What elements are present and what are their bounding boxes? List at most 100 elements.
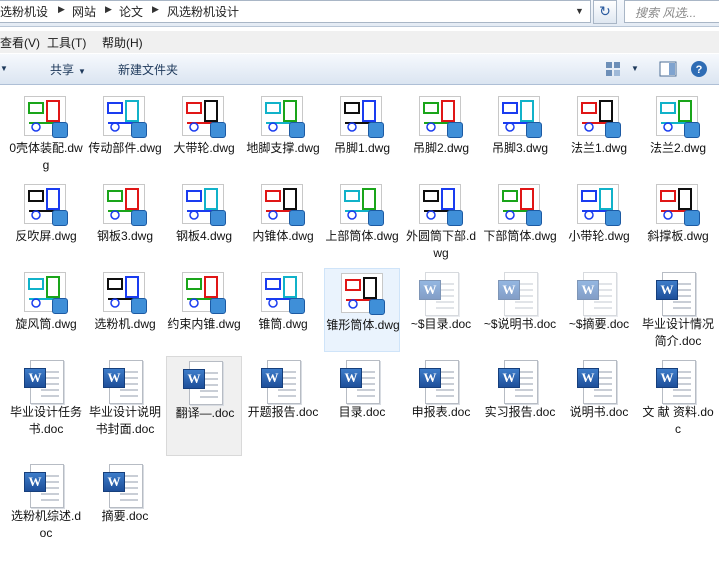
file-item[interactable]: 法兰1.dwg (561, 92, 637, 176)
file-item[interactable]: W ~$摘要.doc (561, 268, 637, 352)
breadcrumb[interactable]: 选粉机设 ▶ 网站 ▶ 论文 ▶ 风选粉机设计 ▼ (0, 0, 591, 23)
dwg-file-icon (261, 184, 305, 228)
dwg-file-icon (577, 96, 621, 140)
file-item[interactable]: W 实习报告.doc (482, 356, 558, 456)
file-item[interactable]: W 申报表.doc (403, 356, 479, 456)
dwg-file-icon (656, 184, 700, 228)
chevron-right-icon[interactable]: ▶ (105, 4, 112, 15)
file-item[interactable]: 斜撑板.dwg (640, 180, 716, 264)
dwg-file-icon (261, 96, 305, 140)
file-item[interactable]: 吊脚3.dwg (482, 92, 558, 176)
autocad-badge-icon (605, 122, 621, 138)
file-name: ~$说明书.doc (483, 317, 557, 331)
breadcrumb-item[interactable]: 选粉机设 (0, 3, 48, 20)
file-name: 目录.doc (338, 405, 386, 419)
file-item[interactable]: W 翻译—.doc (166, 356, 242, 456)
file-item[interactable]: 约束内锥.dwg (166, 268, 242, 352)
menu-help[interactable]: 帮助(H) (102, 34, 143, 51)
file-item[interactable]: 锥形筒体.dwg (324, 268, 400, 352)
autocad-badge-icon (210, 298, 226, 314)
dwg-file-icon (498, 96, 542, 140)
file-item[interactable]: W 毕业设计情况简介.doc (640, 268, 716, 352)
new-folder-button[interactable]: 新建文件夹 (118, 61, 178, 78)
autocad-badge-icon (52, 122, 68, 138)
file-item[interactable]: 法兰2.dwg (640, 92, 716, 176)
file-item[interactable]: 外圆筒下部.dwg (403, 180, 479, 264)
dwg-file-icon (419, 184, 463, 228)
word-doc-icon: W (577, 272, 621, 316)
file-item[interactable]: 选粉机.dwg (87, 268, 163, 352)
file-name: 选粉机综述.doc (10, 509, 81, 540)
dwg-file-icon (182, 96, 226, 140)
word-doc-icon: W (340, 360, 384, 404)
chevron-down-icon[interactable]: ▼ (575, 6, 584, 16)
file-item[interactable]: W 说明书.doc (561, 356, 637, 456)
help-icon[interactable]: ? (690, 60, 708, 78)
file-name: 翻译—.doc (175, 406, 235, 420)
file-item[interactable]: 传动部件.dwg (87, 92, 163, 176)
autocad-badge-icon (526, 210, 542, 226)
file-item[interactable]: W ~$说明书.doc (482, 268, 558, 352)
file-item[interactable]: 吊脚1.dwg (324, 92, 400, 176)
chevron-right-icon[interactable]: ▶ (58, 4, 65, 15)
preview-pane-icon[interactable] (659, 61, 677, 77)
file-item[interactable]: 上部筒体.dwg (324, 180, 400, 264)
autocad-badge-icon (369, 299, 385, 315)
file-item[interactable]: W ~$目录.doc (403, 268, 479, 352)
file-item[interactable]: 0壳体装配.dwg (8, 92, 84, 176)
view-options-icon[interactable] (605, 61, 621, 77)
autocad-badge-icon (289, 210, 305, 226)
file-item[interactable]: 大带轮.dwg (166, 92, 242, 176)
autocad-badge-icon (684, 122, 700, 138)
file-item[interactable]: 吊脚2.dwg (403, 92, 479, 176)
chevron-down-icon[interactable]: ▼ (0, 64, 8, 73)
file-name: 吊脚2.dwg (412, 141, 470, 155)
search-input[interactable]: 搜索 风选... (624, 0, 719, 23)
file-name: 锥筒.dwg (258, 317, 308, 331)
file-item[interactable]: 锥筒.dwg (245, 268, 321, 352)
file-item[interactable]: 地脚支撑.dwg (245, 92, 321, 176)
autocad-badge-icon (368, 122, 384, 138)
file-name: 内锥体.dwg (252, 229, 314, 243)
word-doc-icon: W (419, 360, 463, 404)
file-name: 钢板3.dwg (96, 229, 154, 243)
file-item[interactable]: 钢板3.dwg (87, 180, 163, 264)
share-button[interactable]: 共享 ▼ (50, 61, 86, 78)
file-item[interactable]: W 摘要.doc (87, 460, 163, 544)
file-item[interactable]: W文 献 资料.doc (640, 356, 716, 456)
breadcrumb-item[interactable]: 论文 (119, 3, 143, 20)
file-item[interactable]: W 目录.doc (324, 356, 400, 456)
dwg-file-icon (182, 184, 226, 228)
file-item[interactable]: 反吹屏.dwg (8, 180, 84, 264)
autocad-badge-icon (52, 210, 68, 226)
file-item[interactable]: W 毕业设计说明书封面.doc (87, 356, 163, 456)
refresh-button[interactable]: ↻ (593, 0, 617, 24)
file-name: 选粉机.dwg (94, 317, 156, 331)
menu-tools[interactable]: 工具(T) (47, 34, 86, 51)
file-name: 法兰1.dwg (570, 141, 628, 155)
file-item[interactable]: 下部筒体.dwg (482, 180, 558, 264)
autocad-badge-icon (447, 210, 463, 226)
menu-view[interactable]: 查看(V) (0, 34, 40, 51)
file-item[interactable]: 钢板4.dwg (166, 180, 242, 264)
breadcrumb-item[interactable]: 网站 (72, 3, 96, 20)
dwg-file-icon (24, 184, 68, 228)
file-item[interactable]: 旋风筒.dwg (8, 268, 84, 352)
file-name: 反吹屏.dwg (15, 229, 77, 243)
file-name: 外圆筒下部.dwg (405, 229, 476, 260)
file-name: 约束内锥.dwg (167, 317, 241, 331)
breadcrumb-item[interactable]: 风选粉机设计 (167, 3, 239, 20)
file-item[interactable]: W 开题报告.doc (245, 356, 321, 456)
file-item[interactable]: 内锥体.dwg (245, 180, 321, 264)
file-item[interactable]: W 选粉机综述.doc (8, 460, 84, 544)
file-name: ~$目录.doc (410, 317, 472, 331)
file-item[interactable]: W 毕业设计任务书.doc (8, 356, 84, 456)
autocad-badge-icon (289, 298, 305, 314)
share-label: 共享 (50, 63, 75, 77)
file-name: ~$摘要.doc (568, 317, 630, 331)
file-item[interactable]: 小带轮.dwg (561, 180, 637, 264)
chevron-right-icon[interactable]: ▶ (152, 4, 159, 15)
autocad-badge-icon (684, 210, 700, 226)
chevron-down-icon[interactable]: ▼ (631, 64, 639, 73)
dwg-file-icon (24, 272, 68, 316)
